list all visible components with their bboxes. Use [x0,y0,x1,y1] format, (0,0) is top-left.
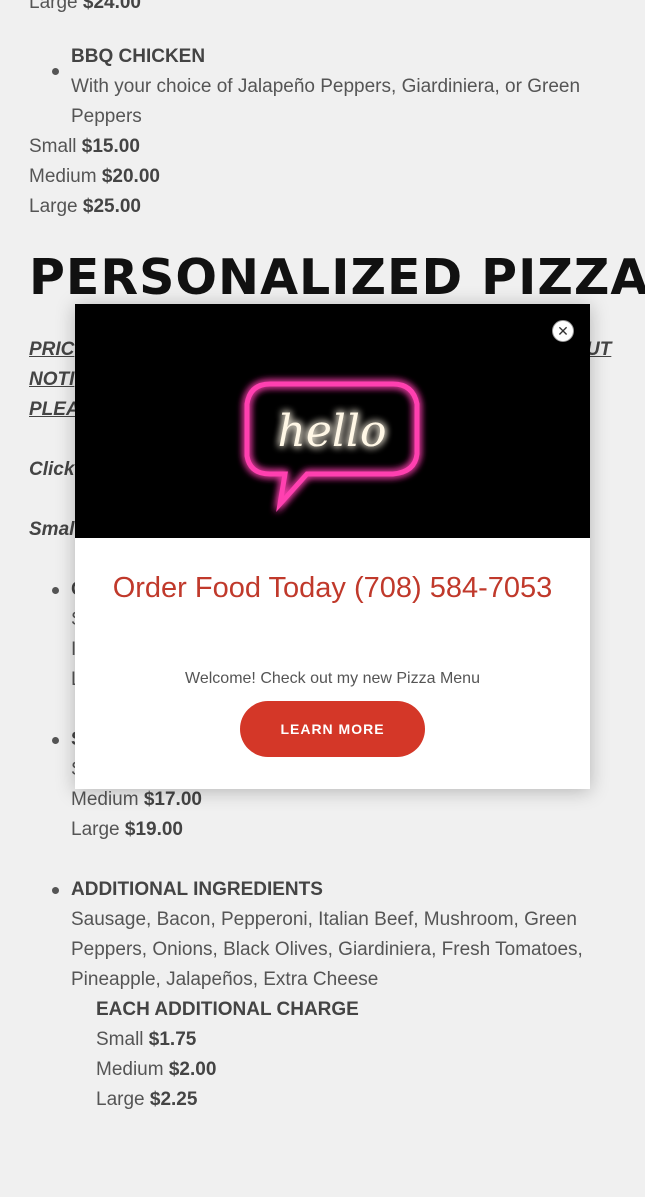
bbq-chicken-name: BBQ CHICKEN [71,46,206,67]
additional-ingredients-desc: Sausage, Bacon, Pepperoni, Italian Beef,… [71,909,577,930]
bbq-medium-price: Medium $20.00 [29,166,160,187]
list-bullet [52,737,59,744]
item-two-medium-price: Medium $17.00 [71,789,202,810]
additional-ingredients-name: ADDITIONAL INGREDIENTS [71,879,323,900]
please-link[interactable]: PLEA [29,395,80,425]
prev-large-row: Large $24.00 [29,0,142,13]
list-bullet [52,587,59,594]
learn-more-button[interactable]: LEARN MORE [240,701,425,757]
additional-ingredients-desc-cont: Pineapple, Jalapeños, Extra Cheese [71,969,379,990]
small-text: Smal [29,519,75,540]
additional-charge-title: EACH ADDITIONAL CHARGE [96,999,359,1020]
list-bullet [52,887,59,894]
neon-sign-graphic: hello [244,381,420,513]
modal-title: Order Food Today (708) 584-7053 [112,572,553,604]
neon-hello-text: hello [277,406,386,457]
additional-ingredients-desc-cont: Peppers, Onions, Black Olives, Giardinie… [71,939,583,960]
notice-link[interactable]: NOTI [29,365,74,395]
bbq-chicken-desc: With your choice of Jalapeño Peppers, Gi… [71,76,581,97]
additional-large-price: Large $2.25 [96,1089,198,1110]
bbq-chicken-desc-cont: Peppers [71,106,142,127]
neon-hello-sign-image: hello [75,304,590,538]
promo-modal: hello ✕ Order Food Today (708) 584-7053 … [75,304,590,789]
additional-medium-price: Medium $2.00 [96,1059,217,1080]
close-icon[interactable]: ✕ [552,320,574,342]
menu-page: Large $24.00 BBQ CHICKEN With your choic… [0,0,645,1197]
price-notice-link[interactable]: PRIC [29,335,74,365]
modal-text: Welcome! Check out my new Pizza Menu [185,670,480,687]
item-two-large-price: Large $19.00 [71,819,184,840]
list-bullet [52,68,59,75]
click-text: Click [29,459,75,480]
additional-small-price: Small $1.75 [96,1029,197,1050]
section-heading: PERSONALIZED PIZZA [29,249,645,306]
bbq-large-price: Large $25.00 [29,196,142,217]
bbq-small-price: Small $15.00 [29,136,140,157]
